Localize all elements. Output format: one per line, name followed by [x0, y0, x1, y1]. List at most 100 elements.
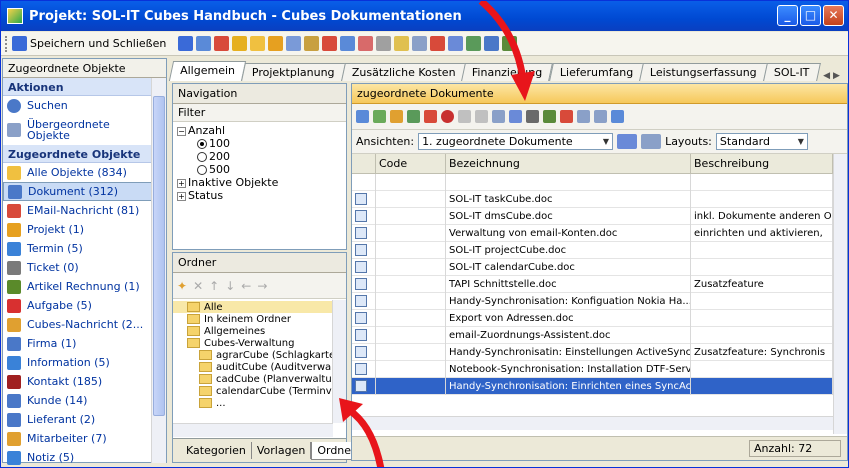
delete-folder-icon[interactable]: ✕	[193, 279, 203, 293]
favorite-icon[interactable]	[250, 36, 266, 51]
layouts-select[interactable]: Standard ▼	[715, 133, 808, 150]
table-row[interactable]: Export von Adressen.doc	[352, 310, 847, 327]
tab-item[interactable]: Finanzierung	[461, 63, 554, 81]
print-icon[interactable]	[466, 36, 482, 51]
columns-icon[interactable]	[492, 110, 505, 123]
col-code[interactable]: Code	[376, 154, 446, 173]
contact-icon[interactable]	[340, 36, 356, 51]
filter-cell[interactable]	[352, 174, 376, 191]
object-item[interactable]: Mitarbeiter (7)	[3, 429, 166, 448]
folder-item[interactable]: Alle	[173, 301, 346, 313]
object-item[interactable]: Aufgabe (5)	[3, 296, 166, 315]
folder-item[interactable]: calendarCube (Terminverwaltung)	[173, 385, 346, 397]
table-row[interactable]: SOL-IT taskCube.doc	[352, 191, 847, 208]
grid-icon[interactable]	[484, 36, 500, 51]
excel-icon[interactable]	[543, 110, 556, 123]
preview-icon[interactable]	[412, 36, 428, 51]
export-icon[interactable]	[502, 36, 518, 51]
folder-scrollbar[interactable]	[332, 300, 346, 423]
table-row[interactable]: Handy-Synchronisatin: Einstellungen Acti…	[352, 344, 847, 361]
section-objects[interactable]: Zugeordnete Objekte	[3, 145, 166, 163]
filter-cell[interactable]	[376, 174, 446, 191]
save-icon[interactable]	[178, 36, 194, 51]
object-item[interactable]: Lieferant (2)	[3, 410, 166, 429]
tool-icon[interactable]	[268, 36, 284, 51]
view-options-icon[interactable]	[617, 134, 638, 149]
folder-item[interactable]: cadCube (Planverwaltung)	[173, 373, 346, 385]
table-row[interactable]: SOL-IT dmsCube.doc inkl. Dokumente andere…	[352, 208, 847, 225]
folder-item[interactable]: ...	[173, 397, 346, 409]
object-item[interactable]: Dokument (312)	[3, 182, 166, 201]
object-item[interactable]: Projekt (1)	[3, 220, 166, 239]
tab-item[interactable]: SOL-IT	[762, 63, 821, 81]
tree-anzahl[interactable]: Anzahl	[188, 124, 225, 137]
minimize-button[interactable]: _	[777, 5, 798, 26]
col-bezeichnung[interactable]: Bezeichnung	[446, 154, 691, 173]
tab-item[interactable]: Leistungserfassung	[638, 63, 768, 81]
table-row[interactable]: SOL-IT calendarCube.doc	[352, 259, 847, 276]
grid-scrollbar[interactable]	[833, 154, 847, 434]
properties-icon[interactable]	[376, 36, 392, 51]
delete-icon[interactable]	[214, 36, 230, 51]
tab-item[interactable]: Lieferumfang	[548, 63, 644, 81]
table-row[interactable]: TAPI Schnittstelle.doc Zusatzfeature	[352, 276, 847, 293]
chart-icon[interactable]	[560, 110, 573, 123]
object-item[interactable]: Firma (1)	[3, 334, 166, 353]
object-item[interactable]: Kunde (14)	[3, 391, 166, 410]
folder-item[interactable]: Cubes-Verwaltung	[173, 337, 346, 349]
folder-icon[interactable]	[304, 36, 320, 51]
new-icon[interactable]	[373, 110, 386, 123]
folder-item[interactable]: auditCube (Auditverwaltung)	[173, 361, 346, 373]
move-up-icon[interactable]: ↑	[209, 279, 219, 293]
radio-100[interactable]: 100	[177, 137, 342, 150]
tab-item[interactable]: Zusätzliche Kosten	[340, 63, 467, 81]
section-actions[interactable]: Aktionen	[3, 78, 166, 96]
left-panel-scrollbar[interactable]	[151, 78, 166, 463]
grid-hscrollbar[interactable]	[352, 416, 833, 430]
table-row[interactable]: SOL-IT projectCube.doc	[352, 242, 847, 259]
object-item[interactable]: Termin (5)	[3, 239, 166, 258]
copy-icon[interactable]	[475, 110, 488, 123]
move-left-icon[interactable]: ←	[241, 279, 251, 293]
calendar-icon[interactable]	[322, 36, 338, 51]
save-and-close-button[interactable]: Speichern und Schließen	[12, 36, 166, 51]
cut-icon[interactable]	[458, 110, 471, 123]
maximize-button[interactable]: □	[800, 5, 821, 26]
collapse-icon[interactable]: −	[177, 126, 186, 136]
layout-icon[interactable]	[577, 110, 590, 123]
tab-item[interactable]: Allgemein	[168, 61, 247, 81]
filter-row[interactable]	[352, 174, 847, 191]
table-row[interactable]: Handy-Synchronisation: Konfiguation Noki…	[352, 293, 847, 310]
page-icon[interactable]	[448, 36, 464, 51]
object-item[interactable]: Alle Objekte (834)	[3, 163, 166, 182]
scroll-thumb[interactable]	[153, 96, 165, 416]
filter-cell[interactable]	[691, 174, 833, 191]
table-row[interactable]: Verwaltung von email-Konten.doc einrichte…	[352, 225, 847, 242]
folder-item[interactable]: In keinem Ordner	[173, 313, 346, 325]
bottom-tab[interactable]: Kategorien	[181, 442, 252, 459]
object-item[interactable]: Cubes-Nachricht (2...	[3, 315, 166, 334]
save-as-icon[interactable]	[196, 36, 212, 51]
group-icon[interactable]	[594, 110, 607, 123]
tree-inaktive[interactable]: Inaktive Objekte	[188, 176, 278, 189]
radio-500[interactable]: 500	[177, 163, 342, 176]
sum-icon[interactable]	[526, 110, 539, 123]
alarm-icon[interactable]	[358, 36, 374, 51]
radio-200[interactable]: 200	[177, 150, 342, 163]
delete-icon[interactable]	[424, 110, 437, 123]
action-search[interactable]: Suchen	[3, 96, 166, 115]
toolbar-grip[interactable]	[5, 35, 8, 52]
folder-item[interactable]: Allgemeines	[173, 325, 346, 337]
object-item[interactable]: Notiz (5)	[3, 448, 166, 467]
move-right-icon[interactable]: →	[257, 279, 267, 293]
move-down-icon[interactable]: ↓	[225, 279, 235, 293]
stop-icon[interactable]	[441, 110, 454, 123]
grid-view-icon[interactable]	[356, 110, 369, 123]
star-icon[interactable]	[232, 36, 248, 51]
object-item[interactable]: Information (5)	[3, 353, 166, 372]
object-item[interactable]: Kontakt (185)	[3, 372, 166, 391]
expand-icon[interactable]: +	[177, 178, 186, 188]
link-icon[interactable]	[286, 36, 302, 51]
action-parent-objects[interactable]: Übergeordnete Objekte	[3, 115, 166, 145]
edit-icon[interactable]	[407, 110, 420, 123]
